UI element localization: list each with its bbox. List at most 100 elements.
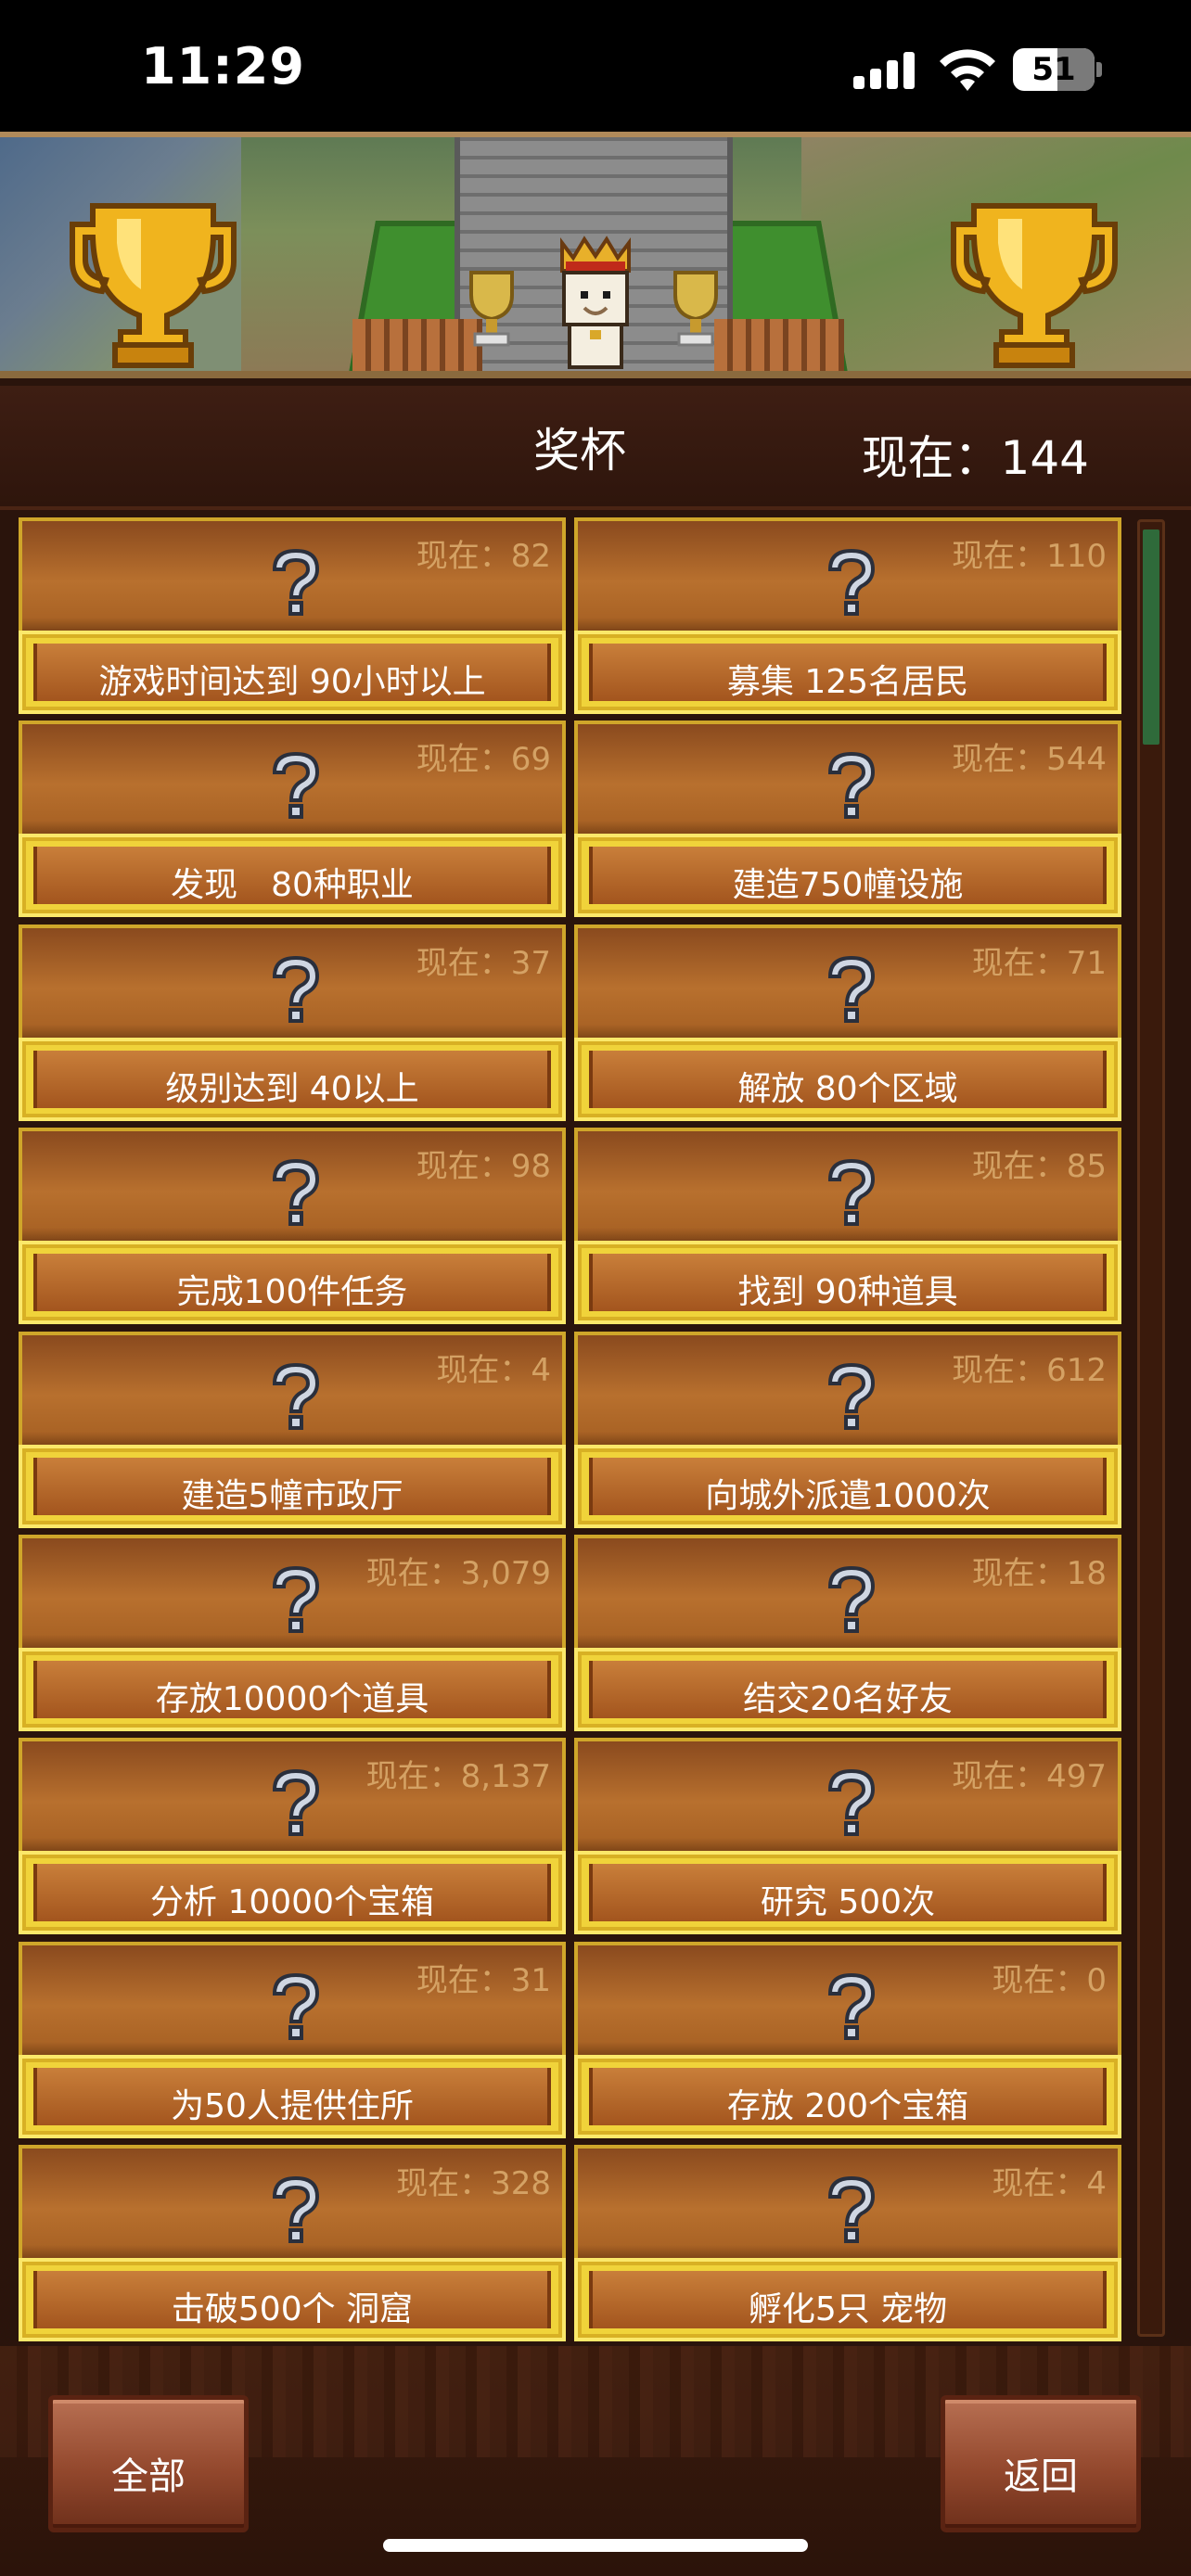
achievement-label-box: 存放10000个道具 <box>19 1648 566 1731</box>
question-mark-icon <box>267 547 325 621</box>
achievement-label-box: 结交20名好友 <box>574 1648 1121 1731</box>
achievement-card-top: 现在：85 <box>574 1128 1121 1241</box>
achievement-card[interactable]: 现在：18 结交20名好友 <box>574 1535 1121 1731</box>
achievement-card[interactable]: 现在：71 解放 80个区域 <box>574 925 1121 1121</box>
achievement-card[interactable]: 现在：328 击破500个 洞窟 <box>19 2145 566 2341</box>
question-mark-icon <box>823 2174 880 2249</box>
achievement-label: 存放 200个宝箱 <box>726 2087 969 2125</box>
achievement-label: 分析 10000个宝箱 <box>150 1883 434 1921</box>
achievement-card[interactable]: 现在：85 找到 90种道具 <box>574 1128 1121 1324</box>
status-time: 11:29 <box>141 37 305 96</box>
achievement-label-box: 级别达到 40以上 <box>19 1038 566 1121</box>
achievement-grid[interactable]: 现在：82 游戏时间达到 90小时以上 现在：110 募集 125名居民 现在：69 发现… <box>0 514 1191 2345</box>
achievement-progress: 现在：328 <box>396 2165 551 2202</box>
achievement-card[interactable]: 现在：612 向城外派遣1000次 <box>574 1332 1121 1528</box>
trophy-screen: 11:29 51 奖杯 现在：144 现在：82 游戏时间达到 90小时以上 现… <box>0 0 1191 2576</box>
question-mark-icon <box>823 1564 880 1639</box>
gold-trophy-icon <box>70 203 237 368</box>
achievement-label: 为50人提供住所 <box>171 2087 414 2125</box>
scrollbar-thumb[interactable] <box>1143 529 1159 745</box>
achievement-card-top: 现在：328 <box>19 2145 566 2258</box>
achievement-card[interactable]: 现在：3,079 存放10000个道具 <box>19 1535 566 1731</box>
achievement-progress: 现在：8,137 <box>365 1758 551 1795</box>
achievement-label-box: 游戏时间达到 90小时以上 <box>19 631 566 714</box>
page-header: 奖杯 现在：144 <box>0 386 1191 510</box>
back-button[interactable]: 返回 <box>941 2395 1141 2532</box>
question-mark-icon <box>267 750 325 824</box>
question-mark-icon <box>267 1361 325 1435</box>
achievement-label: 发现 80种职业 <box>171 866 414 904</box>
achievement-card[interactable]: 现在：8,137 分析 10000个宝箱 <box>19 1738 566 1934</box>
small-trophy-icon <box>469 271 514 347</box>
achievement-card[interactable]: 现在：98 完成100件任务 <box>19 1128 566 1324</box>
achievement-card-top: 现在：71 <box>574 925 1121 1038</box>
achievement-card-top: 现在：110 <box>574 517 1121 631</box>
question-mark-icon <box>823 1361 880 1435</box>
achievement-card-top: 现在：544 <box>574 721 1121 834</box>
back-label: 返回 <box>1004 2455 1078 2498</box>
achievement-progress: 现在：82 <box>416 538 551 575</box>
question-mark-icon <box>267 1971 325 2046</box>
achievement-card[interactable]: 现在：544 建造750幢设施 <box>574 721 1121 917</box>
achievement-card[interactable]: 现在：69 发现 80种职业 <box>19 721 566 917</box>
battery-level: 51 <box>1031 51 1076 88</box>
achievement-label: 解放 80个区域 <box>737 1070 958 1108</box>
achievement-label: 结交20名好友 <box>743 1680 953 1718</box>
achievement-card-top: 现在：4 <box>574 2145 1121 2258</box>
achievement-card-top: 现在：82 <box>19 517 566 631</box>
achievement-card-top: 现在：4 <box>19 1332 566 1445</box>
achievement-card-top: 现在：0 <box>574 1942 1121 2055</box>
question-mark-icon <box>823 954 880 1028</box>
scrollbar[interactable] <box>1137 519 1165 2337</box>
question-mark-icon <box>823 1767 880 1842</box>
achievement-label-box: 找到 90种道具 <box>574 1241 1121 1324</box>
achievement-card[interactable]: 现在：82 游戏时间达到 90小时以上 <box>19 517 566 714</box>
achievement-card[interactable]: 现在：110 募集 125名居民 <box>574 517 1121 714</box>
achievement-label: 游戏时间达到 90小时以上 <box>98 663 486 701</box>
achievement-label: 击破500个 洞窟 <box>171 2290 414 2328</box>
achievement-progress: 现在：18 <box>971 1555 1107 1592</box>
achievement-label: 完成100件任务 <box>176 1273 408 1311</box>
achievement-label: 建造750幢设施 <box>732 866 964 904</box>
achievement-progress: 现在：110 <box>952 538 1107 575</box>
achievement-card[interactable]: 现在：4 孵化5只 宠物 <box>574 2145 1121 2341</box>
question-mark-icon <box>823 750 880 824</box>
achievement-card[interactable]: 现在：497 研究 500次 <box>574 1738 1121 1934</box>
question-mark-icon <box>823 1157 880 1231</box>
question-mark-icon <box>823 1971 880 2046</box>
achievement-progress: 现在：0 <box>992 1962 1107 1999</box>
achievement-label-box: 向城外派遣1000次 <box>574 1445 1121 1528</box>
achievement-card[interactable]: 现在：31 为50人提供住所 <box>19 1942 566 2138</box>
question-mark-icon <box>267 1767 325 1842</box>
achievement-card-top: 现在：98 <box>19 1128 566 1241</box>
achievement-card[interactable]: 现在：0 存放 200个宝箱 <box>574 1942 1121 2138</box>
king-character-icon <box>560 236 631 369</box>
achievement-label-box: 募集 125名居民 <box>574 631 1121 714</box>
question-mark-icon <box>267 2174 325 2249</box>
achievement-progress: 现在：612 <box>952 1352 1107 1389</box>
question-mark-icon <box>267 1157 325 1231</box>
achievement-card-top: 现在：612 <box>574 1332 1121 1445</box>
achievement-card-top: 现在：3,079 <box>19 1535 566 1648</box>
small-trophy-icon <box>673 271 718 347</box>
achievement-progress: 现在：69 <box>416 741 551 778</box>
achievement-label-box: 分析 10000个宝箱 <box>19 1851 566 1934</box>
achievement-label-box: 为50人提供住所 <box>19 2055 566 2138</box>
battery-icon: 51 <box>1013 48 1102 91</box>
gold-trophy-icon <box>951 203 1118 368</box>
home-indicator[interactable] <box>383 2539 808 2552</box>
achievement-progress: 现在：71 <box>971 945 1107 982</box>
achievement-card[interactable]: 现在：4 建造5幢市政厅 <box>19 1332 566 1528</box>
achievement-card-top: 现在：18 <box>574 1535 1121 1648</box>
achievement-card[interactable]: 现在：37 级别达到 40以上 <box>19 925 566 1121</box>
achievement-progress: 现在：98 <box>416 1148 551 1185</box>
status-bar: 11:29 51 <box>0 0 1191 132</box>
achievement-label-box: 建造750幢设施 <box>574 834 1121 917</box>
achievement-card-top: 现在：497 <box>574 1738 1121 1851</box>
achievement-label: 研究 500次 <box>760 1883 936 1921</box>
achievement-card-top: 现在：37 <box>19 925 566 1038</box>
show-all-button[interactable]: 全部 <box>48 2395 249 2532</box>
trophy-banner <box>0 132 1191 378</box>
achievement-progress: 现在：544 <box>952 741 1107 778</box>
achievement-label-box: 解放 80个区域 <box>574 1038 1121 1121</box>
